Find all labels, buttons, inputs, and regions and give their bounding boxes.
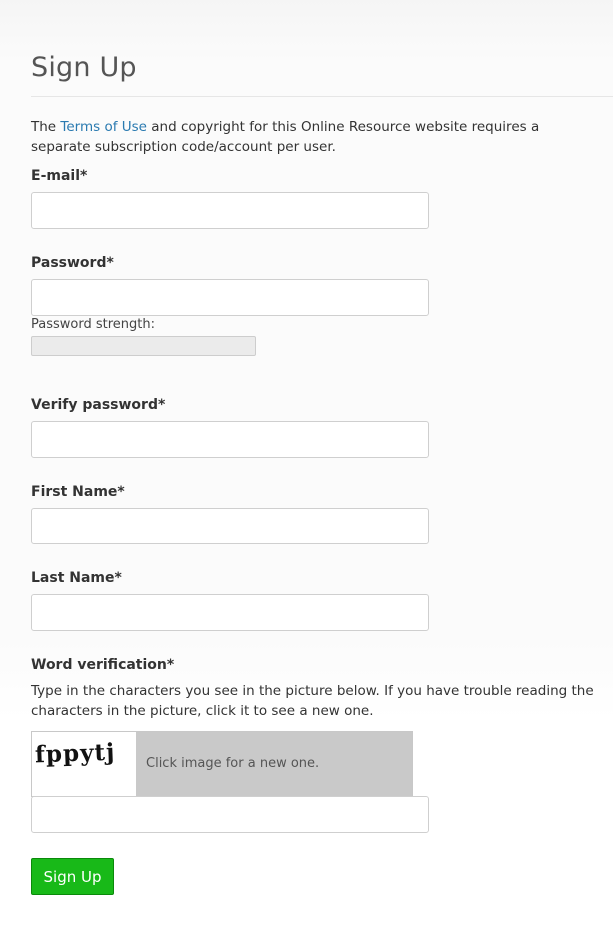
intro-text: The Terms of Use and copyright for this … bbox=[31, 117, 601, 157]
verify-password-field[interactable] bbox=[31, 421, 429, 458]
password-label: Password* bbox=[31, 255, 114, 271]
first-name-label: First Name* bbox=[31, 484, 125, 500]
word-verification-help: Type in the characters you see in the pi… bbox=[31, 683, 594, 719]
word-verification-label: Word verification* bbox=[31, 657, 175, 673]
captcha-text: fppytj bbox=[34, 738, 116, 769]
word-verification-field[interactable] bbox=[31, 796, 429, 833]
last-name-label: Last Name* bbox=[31, 570, 122, 586]
page-title: Sign Up bbox=[31, 52, 137, 83]
terms-of-use-link[interactable]: Terms of Use bbox=[60, 119, 147, 135]
captcha-hint: Click image for a new one. bbox=[146, 756, 320, 771]
signup-page: Sign Up The Terms of Use and copyright f… bbox=[0, 0, 613, 930]
first-name-field[interactable] bbox=[31, 508, 429, 544]
sign-up-button[interactable]: Sign Up bbox=[31, 858, 114, 895]
password-strength-meter bbox=[31, 336, 256, 356]
title-divider bbox=[31, 96, 613, 97]
email-label: E-mail* bbox=[31, 168, 88, 184]
password-strength-label: Password strength: bbox=[31, 317, 155, 332]
last-name-field[interactable] bbox=[31, 594, 429, 631]
captcha-refresh[interactable]: fppytj Click image for a new one. bbox=[31, 731, 413, 797]
verify-password-label: Verify password* bbox=[31, 397, 166, 413]
password-field[interactable] bbox=[31, 279, 429, 316]
email-field[interactable] bbox=[31, 192, 429, 229]
intro-prefix: The bbox=[31, 119, 61, 135]
captcha-image[interactable]: fppytj bbox=[32, 732, 136, 796]
